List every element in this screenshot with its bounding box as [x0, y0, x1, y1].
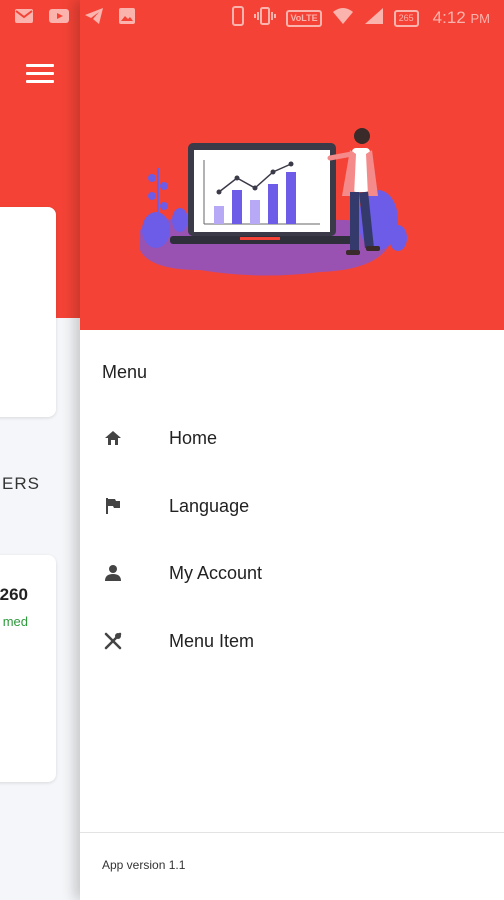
clock: 4:12 PM	[432, 8, 490, 27]
section-title: ERS	[2, 474, 40, 493]
menu-item-language[interactable]: Language	[80, 476, 504, 536]
drawer-divider	[80, 832, 504, 833]
drawer-header	[80, 0, 504, 330]
menu-item-home[interactable]: Home	[80, 408, 504, 468]
volte-icon: VoLTE	[286, 9, 322, 27]
menu-item-label: My Account	[169, 562, 263, 583]
order-stat-value: 260	[0, 585, 28, 604]
menu-item-menu-item[interactable]: Menu Item	[80, 611, 504, 671]
flag-icon	[102, 495, 124, 517]
menu-item-label: Language	[169, 495, 250, 516]
gmail-icon	[14, 8, 34, 29]
menu-item-label: Menu Item	[169, 630, 255, 651]
person-icon	[102, 562, 124, 584]
vibrate-icon	[254, 6, 277, 30]
summary-card[interactable]	[0, 207, 56, 417]
app-version: App version 1.1	[102, 858, 186, 872]
signal-icon	[364, 7, 384, 30]
status-bar: VoLTE 265 4:12 PM	[0, 0, 504, 36]
wifi-icon	[332, 7, 354, 30]
phone-icon	[232, 5, 245, 31]
menu-title: Menu	[102, 362, 148, 382]
order-stat-caption: med	[2, 614, 28, 629]
youtube-icon	[48, 8, 70, 29]
telegram-icon	[84, 7, 104, 30]
menu-item-my-account[interactable]: My Account	[80, 543, 504, 603]
battery-icon: 265	[393, 9, 419, 27]
analytics-illustration	[140, 128, 407, 276]
navigation-drawer: Menu Home Language My Account Menu Item …	[80, 0, 504, 900]
gallery-icon	[118, 7, 136, 30]
home-icon	[102, 427, 124, 449]
hamburger-menu-icon[interactable]	[26, 64, 54, 86]
restaurant-icon	[102, 630, 124, 652]
menu-item-label: Home	[169, 427, 218, 448]
